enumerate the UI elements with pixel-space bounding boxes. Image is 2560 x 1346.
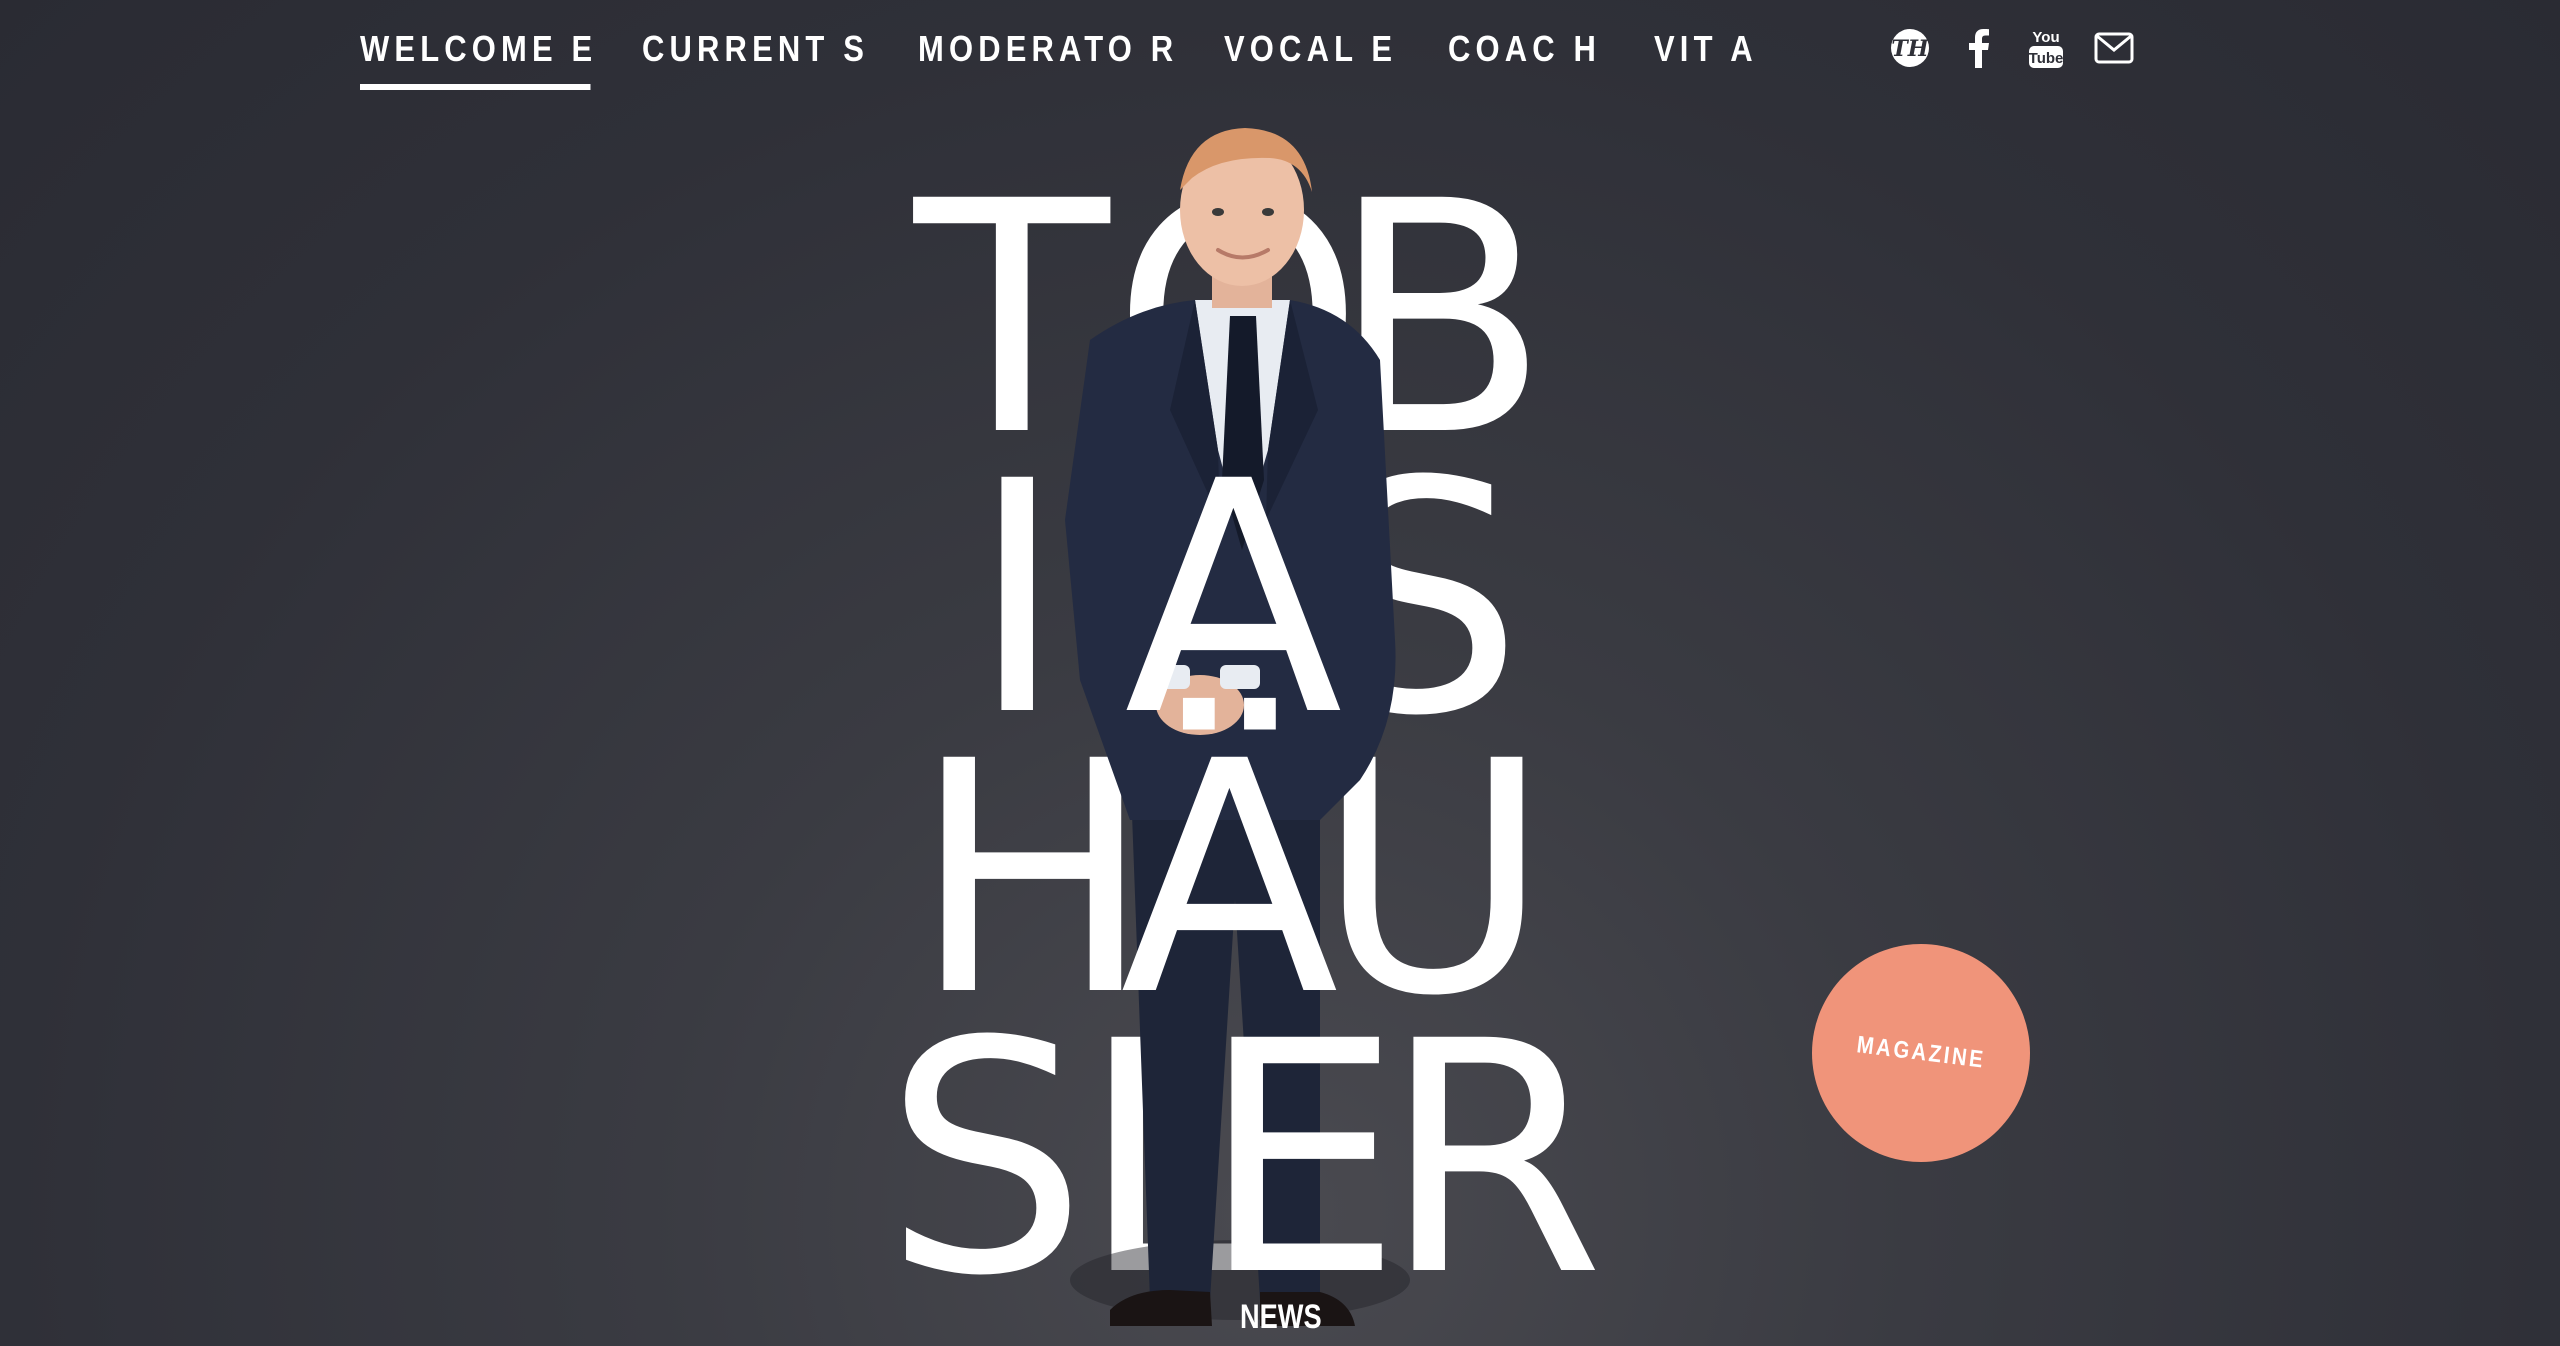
news-link[interactable]: NEWS (1240, 1298, 1322, 1337)
person-photo (1065, 128, 1410, 1326)
magazine-label: MAGAZINE (1855, 1031, 1987, 1074)
magazine-button[interactable]: MAGAZINE (1812, 944, 2030, 1162)
